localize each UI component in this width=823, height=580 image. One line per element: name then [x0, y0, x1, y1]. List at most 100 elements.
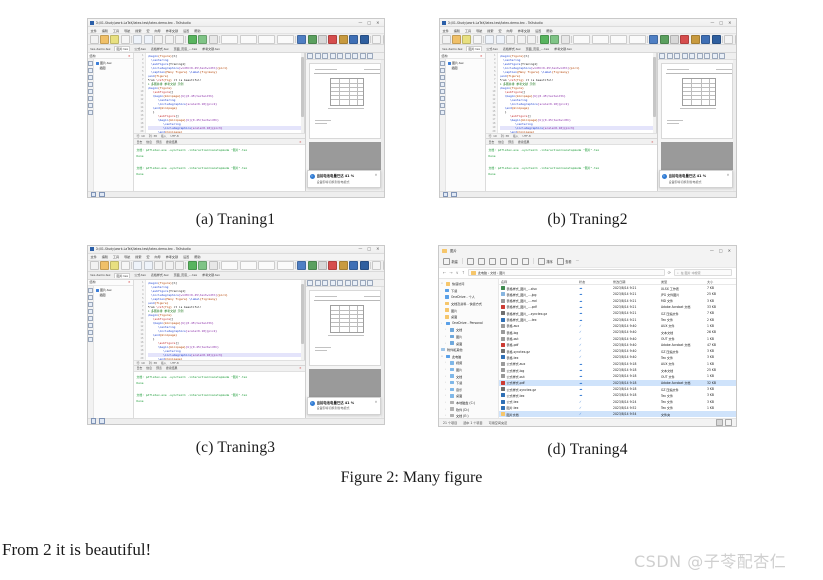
column-date[interactable]: 修改日期 [613, 279, 661, 284]
toast-close-icon[interactable]: ✕ [375, 173, 378, 185]
chevron-down-icon[interactable]: ∨ [441, 355, 444, 358]
panel-left-icon[interactable] [90, 191, 96, 197]
indent-icon[interactable] [724, 34, 734, 44]
refresh-icon[interactable]: ⟳ [668, 270, 671, 275]
stop-icon[interactable] [208, 34, 218, 44]
paste-icon[interactable] [175, 261, 185, 270]
menu-wizard[interactable]: 向导 [155, 28, 161, 33]
menu-help[interactable]: 帮助 [194, 28, 200, 33]
viewer-select[interactable] [591, 34, 609, 44]
screenshot-ide-b[interactable]: D:/01-Study/work-LaTeX/latex-test/latex-… [438, 18, 737, 198]
nav-item-onedrive[interactable]: › OneDrive - Personal [441, 320, 498, 327]
console-tab-search[interactable]: 搜索结果 [166, 140, 178, 144]
stop-icon[interactable] [560, 34, 570, 44]
preview-zoom-in-icon[interactable] [696, 53, 703, 59]
pdf-page[interactable] [308, 289, 381, 366]
view-toggle-group[interactable] [716, 418, 732, 426]
search-input[interactable]: ⌕ 在 图片 中搜索 [674, 269, 732, 276]
panel-bottom-icon[interactable] [451, 191, 457, 197]
tab-tupian[interactable]: 图片.tex [466, 46, 483, 51]
preview-next-page-icon[interactable] [329, 53, 336, 59]
ide-tabbar[interactable]: tex-demo.tex 图片.tex 公式.tex 表格样式.tex 页面_页… [87, 271, 384, 280]
console-tab-search[interactable]: 搜索结果 [166, 366, 178, 370]
list-icon[interactable] [318, 261, 328, 270]
preview-next-page-icon[interactable] [681, 53, 688, 59]
nav-item-docs-shortcut[interactable]: 文档及资料 - 快捷方式 [441, 300, 498, 307]
menu-edit[interactable]: 编辑 [454, 28, 460, 33]
nav-item-pc-pictures[interactable]: › 图片 [441, 366, 498, 373]
chevron-right-icon[interactable]: › [441, 322, 444, 325]
menu-settings[interactable]: 设置 [535, 28, 541, 33]
console-tab-log[interactable]: 日志 [489, 140, 495, 144]
undo-icon[interactable] [133, 261, 143, 270]
explorer-address-bar[interactable]: ← → ∨ ↑ 此电脑 › 文档 › 图片 ⟳ ⌕ 在 图片 中搜索 [439, 267, 736, 279]
console-tab-messages[interactable]: 信息 [146, 366, 152, 370]
preview-zoom-in-icon[interactable] [344, 279, 351, 286]
symbols-tab-icon[interactable] [87, 301, 93, 307]
reference-icon[interactable] [349, 34, 359, 44]
save-icon[interactable] [110, 261, 120, 270]
preview-open-icon[interactable] [307, 53, 313, 59]
stop-icon[interactable] [208, 261, 218, 270]
editor-scrollbar-thumb[interactable] [653, 57, 656, 117]
structure-panel[interactable]: 结构 ✕ 图片.tex 插图 [439, 53, 486, 191]
tab-tex-demo[interactable]: tex-demo.tex [442, 47, 464, 51]
menu-file[interactable]: 文件 [91, 254, 97, 259]
cite-icon[interactable] [359, 34, 369, 44]
preview-next-page-icon[interactable] [329, 279, 336, 286]
greek-symbols-icon[interactable] [439, 82, 445, 87]
explorer-command-bar[interactable]: 新建 排序 查看 ··· [439, 255, 736, 268]
menu-tools[interactable]: 工具 [113, 254, 119, 259]
code-area[interactable]: \begin{figure}[h] \centering \subfigure[… [146, 279, 304, 360]
structure-panel[interactable]: 结构 ✕ 图片.tex 插图 [87, 53, 134, 191]
copy-icon[interactable] [164, 261, 174, 270]
panel-bottom-icon[interactable] [99, 191, 105, 197]
panel-left-icon[interactable] [90, 418, 96, 424]
structure-tree[interactable]: 图片.tex 插图 [445, 59, 485, 71]
comment-icon[interactable] [734, 34, 736, 44]
preview-toolbar[interactable] [657, 53, 736, 60]
figure-icon[interactable] [338, 34, 348, 44]
open-file-icon[interactable] [99, 261, 109, 270]
code-editor[interactable]: 1234567 891011121314 15161718192021 2223… [133, 53, 305, 133]
menu-settings[interactable]: 设置 [183, 254, 189, 259]
nav-item-pc-desktop[interactable]: › 桌面 [441, 393, 498, 400]
font-select[interactable] [276, 261, 294, 270]
code-area[interactable]: \begin{figure}[h] \centering \subfigure[… [146, 53, 304, 133]
preview-search-icon[interactable] [367, 279, 373, 286]
preview-fit-width-icon[interactable] [352, 53, 358, 59]
code-area[interactable]: \begin{figure}[h] \centering \subfigure[… [498, 53, 656, 133]
ide-toolbar[interactable] [87, 34, 384, 45]
console-close-icon[interactable]: ✕ [299, 366, 301, 370]
ide-toolbar[interactable] [87, 260, 384, 272]
editor-scrollbar-thumb[interactable] [301, 283, 304, 344]
nav-item-music[interactable]: › 音乐 [441, 386, 498, 393]
minimize-icon[interactable]: — [358, 20, 362, 25]
preview-fit-page-icon[interactable] [359, 53, 366, 59]
cite-icon[interactable] [711, 34, 721, 44]
preview-zoom-out-icon[interactable] [337, 279, 343, 286]
close-icon[interactable]: ✕ [376, 20, 379, 25]
chevron-right-icon[interactable]: › [445, 342, 448, 345]
battery-notification-toast[interactable]: i 当前电池电量已达 41 % 设备即将切换到省电模式 ✕ [306, 396, 381, 415]
column-status[interactable]: 状态 [579, 279, 613, 284]
console-close-icon[interactable]: ✕ [299, 140, 301, 144]
cut-icon[interactable] [154, 261, 164, 270]
code-editor[interactable]: 1234567 891011121314 15161718192021 2223… [133, 279, 305, 360]
indent-icon[interactable] [372, 34, 382, 44]
nav-item-quick-access[interactable]: ∨ 快速访问 [441, 281, 498, 288]
pdf-page[interactable] [308, 63, 381, 139]
table-row[interactable]: 图片文档 ✓ 2023/8/14 9:54 文件夹 [499, 411, 736, 418]
section-icon[interactable] [680, 34, 690, 44]
build-run-icon[interactable] [539, 34, 549, 44]
tab-biaoge[interactable]: 表格样式.tex [150, 47, 170, 51]
share-icon[interactable] [510, 257, 518, 265]
bib-select[interactable] [258, 34, 276, 44]
battery-notification-toast[interactable]: i 当前电池电量已达 41 % 设备即将切换到省电模式 ✕ [658, 170, 733, 188]
chevron-right-icon[interactable]: › [445, 375, 448, 378]
console-tab-messages[interactable]: 信息 [498, 140, 504, 144]
tab-gongshi[interactable]: 公式.tex [133, 273, 147, 277]
maximize-icon[interactable]: □ [719, 248, 723, 253]
save-icon[interactable] [462, 34, 472, 44]
more-button[interactable]: ··· [576, 259, 579, 263]
